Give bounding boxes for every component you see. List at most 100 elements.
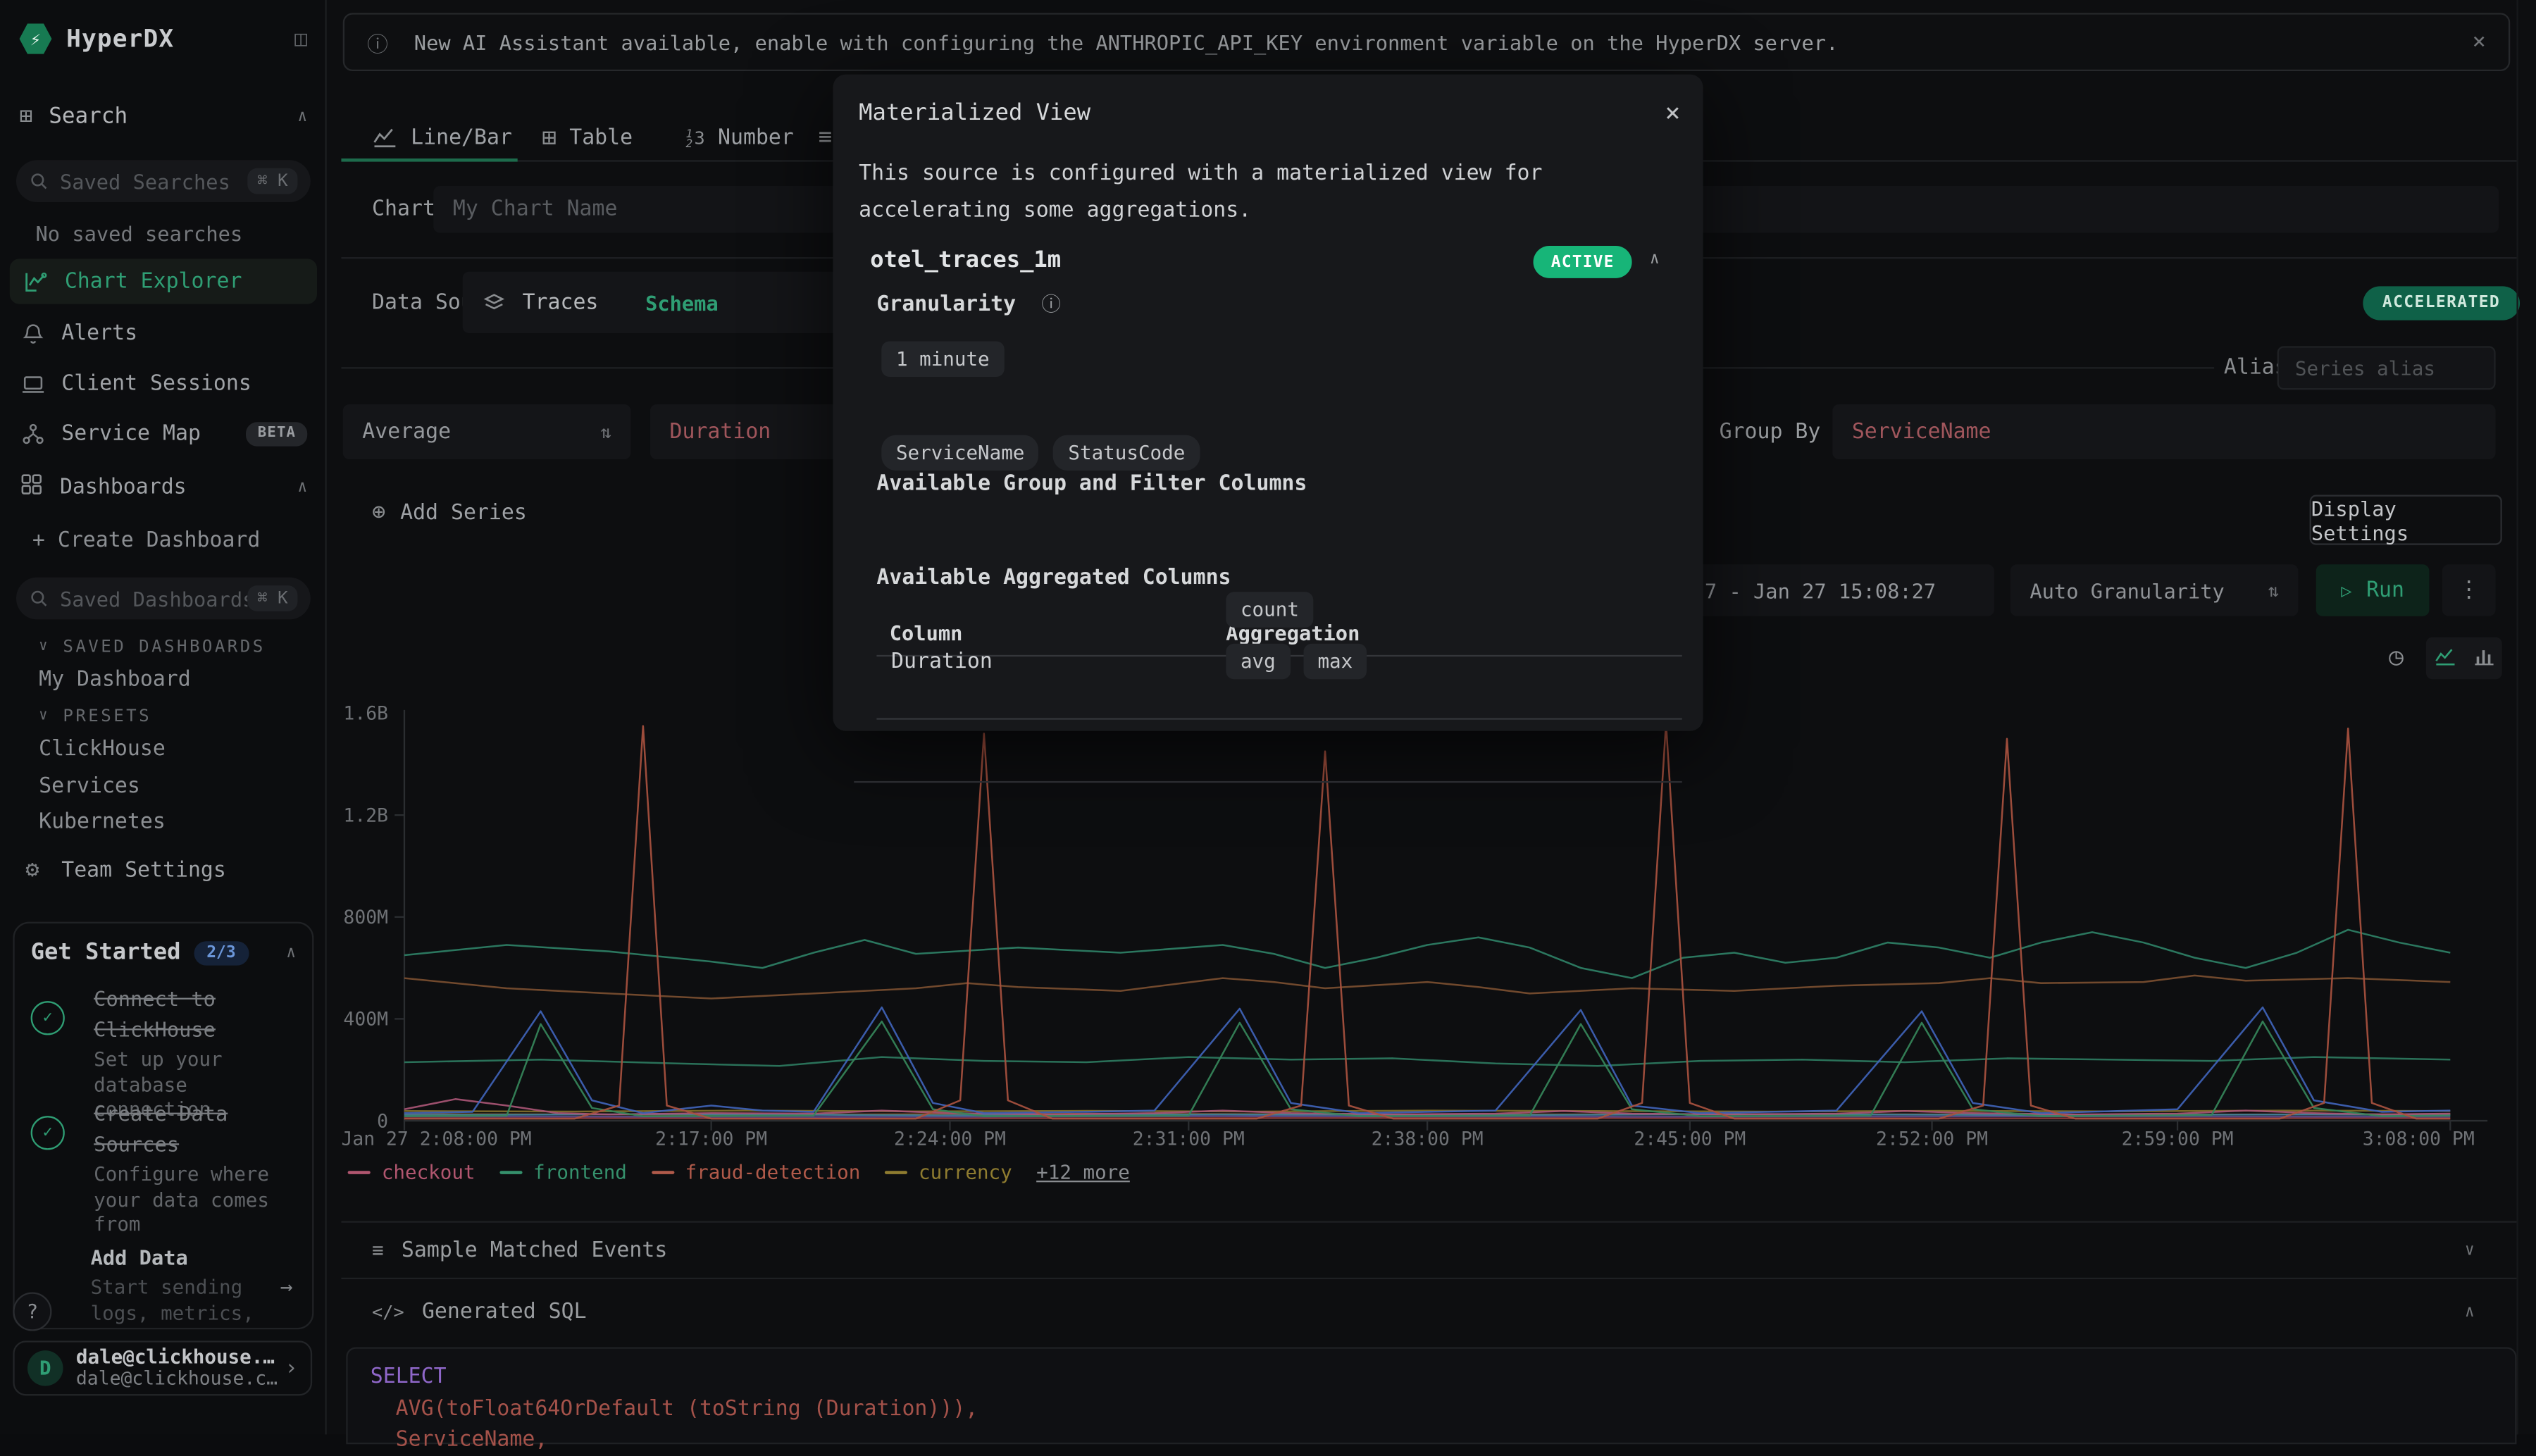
aggregated-heading: Available Aggregated Columns [876, 566, 1231, 590]
x-tick-label: 2:31:00 PM [1092, 1127, 1286, 1150]
task-title: Connect toClickHouse [94, 987, 216, 1042]
arrow-right-icon[interactable]: → [280, 1276, 293, 1300]
saved-dashboards-group[interactable]: ∨ SAVED DASHBOARDS [39, 637, 266, 657]
get-started-item-add-data[interactable]: Add Data Start sending logs, metrics, or… [31, 1240, 303, 1329]
chevron-down-icon: ∨ [39, 639, 50, 655]
task-title: Create DataSources [94, 1102, 228, 1157]
user-name: dale@clickhouse.… [76, 1348, 278, 1369]
granularity-heading: Granularity ⓘ [876, 290, 1061, 317]
date-range-input[interactable]: 7 - Jan 27 15:08:27 [1682, 564, 1994, 616]
chevron-up-icon[interactable]: ∧ [1650, 251, 1660, 268]
clock-icon[interactable]: ◷ [2389, 642, 2404, 671]
create-dashboard-button[interactable]: + Create Dashboard [32, 529, 321, 553]
app-logo: ⚡ HyperDX ◫ [20, 23, 308, 55]
x-tick-label: 2:52:00 PM [1835, 1127, 2030, 1150]
sidebar-item-chart-explorer[interactable]: Chart Explorer [10, 259, 317, 304]
column-chip-servicename: ServiceName [881, 435, 1039, 471]
saved-searches-placeholder: Saved Searches [60, 169, 247, 193]
chevron-up-icon[interactable]: ∧ [297, 479, 307, 497]
group-filter-chips: ServiceName StatusCode [881, 435, 1214, 471]
app-root: ⚡ HyperDX ◫ ⊞ Search ∧ Saved Searches ⌘ … [0, 0, 2536, 1434]
search-section-icon: ⊞ [20, 104, 33, 130]
ai-assistant-banner: ⓘ New AI Assistant available, enable wit… [343, 13, 2511, 71]
info-icon: ⓘ [1041, 293, 1061, 316]
sidebar-item-alerts[interactable]: Alerts [20, 321, 308, 347]
chart-explorer-icon [23, 268, 49, 294]
aggregation-chip-max: max [1303, 644, 1367, 680]
active-tab-indicator [341, 158, 517, 162]
tab-label: Line/Bar [411, 125, 512, 149]
run-label: Run [2366, 578, 2404, 602]
data-source-value: Traces [523, 290, 599, 314]
materialized-view-modal: Materialized View × This source is confi… [833, 75, 1703, 731]
sidebar-item-client-sessions[interactable]: Client Sessions [20, 371, 308, 397]
sidebar-section-search[interactable]: ⊞ Search ∧ [20, 104, 308, 130]
table-icon: ⊞ [542, 123, 557, 151]
bar-chart-toggle-icon[interactable] [2473, 643, 2495, 674]
sample-events-section[interactable]: ≡ Sample Matched Events ∨ [372, 1223, 2491, 1278]
chart-type-toggle[interactable] [2426, 637, 2502, 680]
generated-sql-section[interactable]: </> Generated SQL ∧ [372, 1284, 2491, 1339]
gear-icon: ⚙ [20, 857, 46, 883]
avatar: D [27, 1350, 63, 1386]
hyperdx-logo-icon: ⚡ [20, 23, 52, 55]
user-menu[interactable]: D dale@clickhouse.… dale@clickhouse.c… › [13, 1340, 312, 1395]
tab-events-partial[interactable]: ≡ [819, 113, 832, 162]
chart-x-axis-labels: Jan 27 2:08:00 PM2:17:00 PM2:24:00 PM2:3… [401, 1127, 2490, 1153]
legend-item-checkout[interactable]: checkout [348, 1161, 476, 1183]
group-filter-heading: Available Group and Filter Columns [876, 472, 1307, 496]
task-desc: Configure where your data comes from [94, 1163, 302, 1238]
group-by-label: Group By [1720, 421, 1821, 444]
aggregation-select[interactable]: Average ⇅ [343, 404, 631, 459]
sidebar-item-my-dashboard[interactable]: My Dashboard [39, 668, 191, 692]
modal-close-icon[interactable]: × [1665, 97, 1680, 128]
accelerated-badge: ACCELERATED [2363, 286, 2519, 320]
legend-item-fraud-detection[interactable]: fraud-detection [651, 1161, 860, 1183]
saved-dashboards-input[interactable]: Saved Dashboards ⌘ K [16, 578, 311, 620]
tab-table[interactable]: ⊞ Table [542, 113, 633, 162]
sql-line: AVG(toFloat64OrDefault (toString (Durati… [371, 1393, 2492, 1425]
y-tick-label: 400M [256, 1007, 388, 1030]
divider [341, 1278, 2516, 1279]
client-sessions-label: Client Sessions [61, 371, 251, 395]
group-by-value: ServiceName [1852, 420, 1991, 444]
sidebar-item-kubernetes[interactable]: Kubernetes [39, 810, 166, 834]
legend-label: frontend [533, 1161, 627, 1183]
scrollbar-track[interactable] [2516, 0, 2536, 1434]
sidebar-item-service-map[interactable]: Service Map BETA [20, 421, 308, 447]
sql-code-block[interactable]: SELECTAVG(toFloat64OrDefault (toString (… [346, 1348, 2516, 1445]
sort-numbers-icon: 123 [685, 127, 704, 148]
line-chart-toggle-icon[interactable] [2433, 643, 2459, 674]
display-settings-button[interactable]: Display Settings [2310, 495, 2502, 545]
list-icon: ≡ [819, 125, 832, 151]
group-by-input[interactable]: ServiceName [1832, 404, 2495, 459]
tab-number[interactable]: 123 Number [685, 113, 793, 162]
tab-line-bar[interactable]: Line/Bar [372, 113, 512, 162]
saved-searches-input[interactable]: Saved Searches ⌘ K [16, 160, 311, 202]
timeseries-chart [401, 704, 2490, 1140]
sidebar-section-dashboards[interactable]: Dashboards ∧ [20, 472, 308, 503]
sidebar-item-services[interactable]: Services [39, 775, 140, 799]
granularity-select[interactable]: Auto Granularity ⇅ [2010, 564, 2299, 616]
legend-item-currency[interactable]: currency [885, 1161, 1012, 1183]
help-button[interactable]: ? [13, 1292, 51, 1331]
more-options-button[interactable]: ⋮ [2442, 564, 2496, 616]
sidebar-collapse-icon[interactable]: ◫ [294, 27, 307, 51]
modal-description: This source is configured with a materia… [859, 155, 1675, 230]
banner-close-icon[interactable]: × [2472, 29, 2485, 55]
run-button[interactable]: ▷ Run [2316, 564, 2430, 616]
legend-more-link[interactable]: +12 more [1036, 1161, 1130, 1183]
dashboards-icon [20, 472, 44, 503]
saved-dashboards-placeholder: Saved Dashboards [60, 586, 247, 610]
schema-link[interactable]: Schema [645, 291, 719, 315]
alias-input[interactable]: Series alias [2277, 346, 2496, 390]
legend-item-frontend[interactable]: frontend [499, 1161, 627, 1183]
sidebar-item-clickhouse[interactable]: ClickHouse [39, 738, 166, 761]
add-series-button[interactable]: ⊕ Add Series [372, 499, 527, 525]
beta-badge: BETA [247, 421, 308, 445]
get-started-title: Get Started [31, 940, 181, 966]
chevron-updown-icon: ⇅ [601, 421, 611, 442]
presets-group[interactable]: ∨ PRESETS [39, 707, 151, 726]
search-icon [29, 589, 49, 609]
chevron-up-icon[interactable]: ∧ [297, 108, 307, 125]
